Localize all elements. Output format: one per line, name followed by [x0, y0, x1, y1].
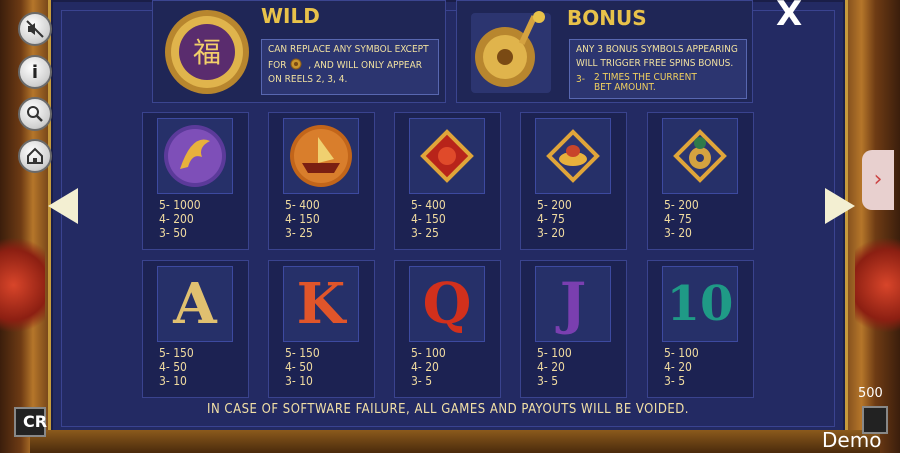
demo-label: Demo	[822, 428, 882, 452]
home-icon	[27, 147, 43, 164]
bet-value: 500	[858, 386, 883, 401]
bonus-gong-mini-icon	[290, 58, 302, 70]
ship-symbol-icon	[290, 125, 352, 187]
paytable-cell-queen: Q 5- 100 4- 20 3- 5	[394, 260, 501, 398]
next-page-button[interactable]	[825, 188, 855, 224]
bonus-pay-count: 3-	[576, 74, 585, 85]
bonus-description: ANY 3 BONUS SYMBOLS APPEARING WILL TRIGG…	[569, 39, 747, 99]
ace-symbol-icon: A	[173, 271, 217, 337]
wild-title: WILD	[261, 4, 320, 28]
king-symbol-icon: K	[296, 271, 346, 337]
sound-toggle-button[interactable]	[18, 12, 52, 46]
side-tab-button[interactable]: ›	[862, 150, 894, 210]
svg-text:福: 福	[193, 36, 221, 69]
paytable-cell-jack: J 5- 100 4- 20 3- 5	[520, 260, 627, 398]
wild-description: CAN REPLACE ANY SYMBOL EXCEPT FOR , AND …	[261, 39, 439, 95]
paytable-cell-ship: 5- 400 4- 150 3- 25	[268, 112, 375, 250]
software-failure-notice: IN CASE OF SOFTWARE FAILURE, ALL GAMES A…	[207, 402, 689, 417]
prev-page-button[interactable]	[48, 188, 78, 224]
paytable-cell-phoenix: 5- 1000 4- 200 3- 50	[142, 112, 249, 250]
paytable-cell-coin: 5- 200 4- 75 3- 20	[647, 112, 754, 250]
bonus-title: BONUS	[567, 6, 647, 30]
paytable-cell-ten: 10 5- 100 4- 20 3- 5	[647, 260, 754, 398]
bottom-frame-decoration	[30, 430, 880, 453]
paytable-cell-ace: A 5- 150 4- 50 3- 10	[142, 260, 249, 398]
lantern-symbol-icon	[420, 129, 474, 183]
info-button[interactable]: i	[18, 55, 52, 89]
zoom-icon	[27, 106, 43, 122]
paytable-cell-king: K 5- 150 4- 50 3- 10	[268, 260, 375, 398]
close-button[interactable]: X	[776, 0, 802, 34]
ten-symbol-icon: 10	[666, 276, 734, 332]
gong-bonus-icon	[471, 11, 551, 93]
phoenix-symbol-icon	[164, 125, 226, 187]
queen-symbol-icon: Q	[422, 271, 472, 337]
home-button[interactable]	[18, 139, 52, 173]
info-icon: i	[31, 61, 39, 83]
zoom-button[interactable]	[18, 97, 52, 131]
gold-ingot-symbol-icon	[546, 129, 600, 183]
credit-label: CR	[14, 407, 47, 437]
bonus-feature-card: BONUS ANY 3 BONUS SYMBOLS APPEARING WILL…	[456, 0, 753, 103]
paytable-cell-lantern: 5- 400 4- 150 3- 25	[394, 112, 501, 250]
wild-symbol-icon: 福	[165, 10, 249, 94]
jack-symbol-icon: J	[559, 271, 587, 337]
paytable-cell-ingot: 5- 200 4- 75 3- 20	[520, 112, 627, 250]
sound-off-icon	[26, 20, 44, 38]
wild-feature-card: 福 WILD CAN REPLACE ANY SYMBOL EXCEPT FOR…	[152, 0, 446, 103]
jade-coin-symbol-icon	[673, 129, 727, 183]
